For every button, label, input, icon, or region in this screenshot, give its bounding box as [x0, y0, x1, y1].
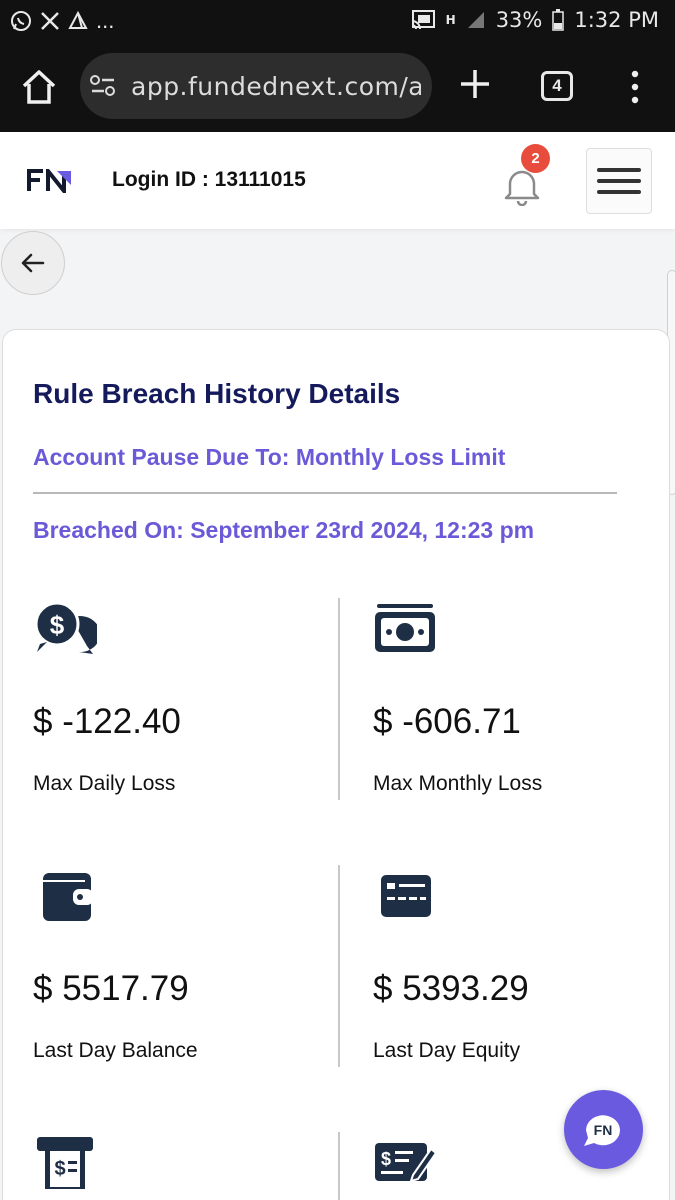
- arrow-left-icon: [21, 253, 45, 273]
- stat-value: $ -606.71: [373, 702, 521, 741]
- whatsapp-icon: [11, 11, 31, 31]
- battery-percent: 33%: [495, 8, 543, 32]
- column-divider: [338, 1132, 340, 1200]
- check-sign-icon: $: [375, 1143, 437, 1183]
- card-icon: [381, 875, 431, 917]
- hamburger-menu-button[interactable]: [586, 148, 652, 214]
- wallet-icon: [43, 873, 93, 921]
- status-more: ...: [96, 8, 115, 33]
- stat-label: Max Monthly Loss: [373, 772, 543, 795]
- column-divider: [338, 865, 340, 1067]
- rule-breach-card: Rule Breach History Details Account Paus…: [2, 329, 670, 1200]
- svg-text:$: $: [381, 1149, 391, 1169]
- stat-value: $ 5517.79: [33, 969, 189, 1008]
- network-type: H: [445, 13, 456, 27]
- new-tab-icon[interactable]: [458, 67, 492, 101]
- stat-receipt: $: [33, 1135, 333, 1200]
- divider: [33, 492, 617, 494]
- stat-value: $ -122.40: [33, 702, 181, 741]
- dollar-chat-icon: $: [34, 602, 97, 654]
- hamburger-icon: [597, 168, 641, 194]
- site-settings-icon[interactable]: [90, 74, 116, 98]
- notification-badge: 2: [521, 144, 550, 173]
- stat-max-monthly-loss: $ -606.71 Max Monthly Loss: [373, 602, 673, 802]
- stat-last-day-equity: $ 5393.29 Last Day Equity: [373, 869, 673, 1069]
- stat-label: Last Day Balance: [33, 1039, 198, 1062]
- chat-icon: FN: [584, 1115, 620, 1146]
- banknote-icon: [375, 604, 435, 652]
- address-bar[interactable]: app.fundednext.com/ac: [80, 53, 432, 119]
- svg-text:$: $: [54, 1158, 65, 1180]
- fundednext-logo[interactable]: [27, 169, 73, 193]
- stat-label: Max Daily Loss: [33, 772, 176, 795]
- x-icon: [41, 12, 59, 30]
- card-title: Rule Breach History Details: [33, 378, 401, 409]
- battery-icon: [552, 9, 565, 31]
- svg-text:FN: FN: [594, 1122, 613, 1138]
- column-divider: [338, 598, 340, 800]
- url-text: app.fundednext.com/ac: [131, 72, 421, 101]
- status-bar: ... H 33% 1:32 PM: [0, 0, 675, 42]
- stat-last-day-balance: $ 5517.79 Last Day Balance: [33, 869, 333, 1069]
- stat-value: $ 5393.29: [373, 969, 529, 1008]
- login-id: Login ID : 13111015: [112, 168, 306, 191]
- chat-support-button[interactable]: FN: [564, 1090, 643, 1169]
- breached-on: Breached On: September 23rd 2024, 12:23 …: [33, 517, 535, 543]
- svg-text:$: $: [50, 610, 65, 640]
- clock: 1:32 PM: [574, 8, 659, 32]
- home-icon[interactable]: [20, 68, 58, 106]
- drive-icon: [68, 11, 88, 29]
- stat-label: Last Day Equity: [373, 1039, 521, 1062]
- receipt-icon: $: [37, 1137, 93, 1189]
- cast-icon: [411, 10, 435, 30]
- browser-toolbar: app.fundednext.com/ac 4: [0, 42, 675, 132]
- pause-reason: Account Pause Due To: Monthly Loss Limit: [33, 444, 506, 470]
- stat-max-daily-loss: $ $ -122.40 Max Daily Loss: [33, 602, 333, 802]
- signal-icon: [467, 12, 484, 28]
- more-options-icon[interactable]: [626, 69, 644, 105]
- tab-switcher-button[interactable]: 4: [541, 71, 573, 101]
- back-button[interactable]: [1, 231, 65, 295]
- app-header: Login ID : 13111015: [0, 132, 675, 229]
